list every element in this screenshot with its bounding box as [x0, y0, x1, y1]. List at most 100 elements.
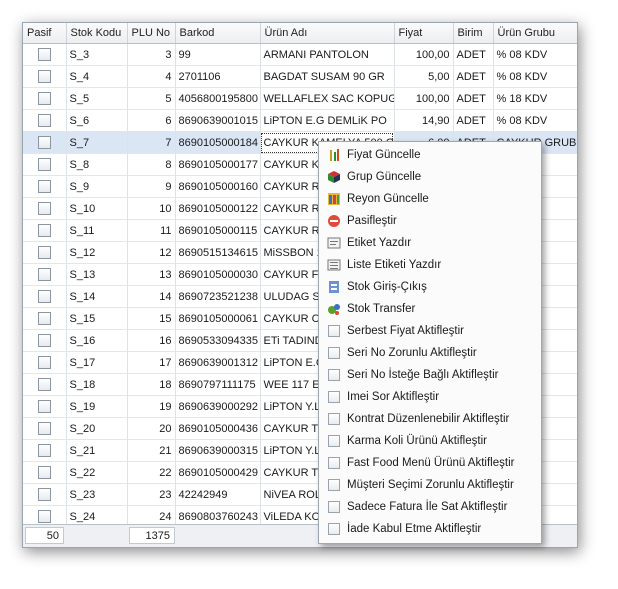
- plu-cell[interactable]: 18: [127, 373, 176, 396]
- plu-cell[interactable]: 13: [127, 263, 176, 286]
- menu-item-7[interactable]: Stok Giriş-Çıkış: [319, 276, 541, 298]
- pasif-checkbox[interactable]: [37, 510, 51, 523]
- barkod-cell[interactable]: 8690105000122: [175, 197, 261, 220]
- plu-cell[interactable]: 11: [127, 219, 176, 242]
- plu-cell[interactable]: 12: [127, 241, 176, 264]
- birim-cell[interactable]: ADET: [453, 109, 494, 132]
- birim-cell[interactable]: ADET: [453, 65, 494, 88]
- menu-item-14[interactable]: Karma Koli Ürünü Aktifleştir: [319, 430, 541, 452]
- pasif-checkbox[interactable]: [37, 114, 51, 127]
- pasif-checkbox[interactable]: [37, 312, 51, 325]
- menu-item-12[interactable]: Imei Sor Aktifleştir: [319, 386, 541, 408]
- menu-item-3[interactable]: Reyon Güncelle: [319, 188, 541, 210]
- stok-kodu-cell[interactable]: S_8: [66, 153, 128, 176]
- stok-kodu-cell[interactable]: S_19: [66, 395, 128, 418]
- stok-kodu-cell[interactable]: S_9: [66, 175, 128, 198]
- pasif-checkbox[interactable]: [37, 246, 51, 259]
- stok-kodu-cell[interactable]: S_15: [66, 307, 128, 330]
- menu-item-11[interactable]: Seri No İsteğe Bağlı Aktifleştir: [319, 364, 541, 386]
- fiyat-cell[interactable]: 100,00: [394, 87, 454, 110]
- barkod-cell[interactable]: 8690639000292: [175, 395, 261, 418]
- table-row[interactable]: S_4 4 2701106 BAGDAT SUSAM 90 GR 5,00 ADET% 0…: [23, 65, 577, 88]
- urun-adi-cell[interactable]: LiPTON E.G DEMLiK PO: [260, 109, 395, 132]
- column-header-barkod[interactable]: Barkod: [175, 23, 261, 44]
- barkod-cell[interactable]: 8690105000030: [175, 263, 261, 286]
- plu-cell[interactable]: 23: [127, 483, 176, 506]
- barkod-cell[interactable]: 8690723521238: [175, 285, 261, 308]
- pasif-checkbox[interactable]: [37, 48, 51, 61]
- menu-item-5[interactable]: Etiket Yazdır: [319, 232, 541, 254]
- menu-item-9[interactable]: Serbest Fiyat Aktifleştir: [319, 320, 541, 342]
- menu-item-2[interactable]: Grup Güncelle: [319, 166, 541, 188]
- plu-cell[interactable]: 14: [127, 285, 176, 308]
- pasif-checkbox[interactable]: [37, 180, 51, 193]
- urun-adi-cell[interactable]: ARMANI PANTOLON: [260, 43, 395, 66]
- stok-kodu-cell[interactable]: S_12: [66, 241, 128, 264]
- stok-kodu-cell[interactable]: S_5: [66, 87, 128, 110]
- plu-cell[interactable]: 16: [127, 329, 176, 352]
- grup-cell[interactable]: % 08 KDV: [493, 65, 577, 88]
- pasif-checkbox[interactable]: [37, 92, 51, 105]
- menu-item-10[interactable]: Seri No Zorunlu Aktifleştir: [319, 342, 541, 364]
- pasif-checkbox[interactable]: [37, 466, 51, 479]
- menu-item-17[interactable]: Sadece Fatura İle Sat Aktifleştir: [319, 496, 541, 518]
- fiyat-cell[interactable]: 14,90: [394, 109, 454, 132]
- menu-item-6[interactable]: Liste Etiketi Yazdır: [319, 254, 541, 276]
- pasif-checkbox[interactable]: [37, 488, 51, 501]
- menu-item-16[interactable]: Müşteri Seçimi Zorunlu Aktifleştir: [319, 474, 541, 496]
- stok-kodu-cell[interactable]: S_7: [66, 131, 128, 154]
- plu-cell[interactable]: 20: [127, 417, 176, 440]
- stok-kodu-cell[interactable]: S_10: [66, 197, 128, 220]
- menu-item-18[interactable]: İade Kabul Etme Aktifleştir: [319, 518, 541, 540]
- stok-kodu-cell[interactable]: S_14: [66, 285, 128, 308]
- barkod-cell[interactable]: 8690105000160: [175, 175, 261, 198]
- table-row[interactable]: S_6 6 8690639001015 LiPTON E.G DEMLiK PO 14,…: [23, 109, 577, 132]
- barkod-cell[interactable]: 8690639001015: [175, 109, 261, 132]
- pasif-checkbox[interactable]: [37, 202, 51, 215]
- stok-kodu-cell[interactable]: S_6: [66, 109, 128, 132]
- column-header-birim[interactable]: Birim: [453, 23, 494, 44]
- barkod-cell[interactable]: 8690105000429: [175, 461, 261, 484]
- stok-kodu-cell[interactable]: S_21: [66, 439, 128, 462]
- barkod-cell[interactable]: 8690797111175: [175, 373, 261, 396]
- urun-adi-cell[interactable]: BAGDAT SUSAM 90 GR: [260, 65, 395, 88]
- pasif-checkbox[interactable]: [37, 158, 51, 171]
- plu-cell[interactable]: 5: [127, 87, 176, 110]
- fiyat-cell[interactable]: 100,00: [394, 43, 454, 66]
- stok-kodu-cell[interactable]: S_4: [66, 65, 128, 88]
- plu-cell[interactable]: 22: [127, 461, 176, 484]
- pasif-checkbox[interactable]: [37, 136, 51, 149]
- menu-item-8[interactable]: Stok Transfer: [319, 298, 541, 320]
- plu-cell[interactable]: 15: [127, 307, 176, 330]
- stok-kodu-cell[interactable]: S_16: [66, 329, 128, 352]
- barkod-cell[interactable]: 8690105000061: [175, 307, 261, 330]
- column-header-urun-grubu[interactable]: Ürün Grubu: [493, 23, 577, 44]
- pasif-checkbox[interactable]: [37, 356, 51, 369]
- column-header-plu-no[interactable]: PLU No: [127, 23, 176, 44]
- plu-cell[interactable]: 21: [127, 439, 176, 462]
- barkod-cell[interactable]: 8690639000315: [175, 439, 261, 462]
- barkod-cell[interactable]: 8690105000177: [175, 153, 261, 176]
- barkod-cell[interactable]: 8690533094335: [175, 329, 261, 352]
- plu-cell[interactable]: 8: [127, 153, 176, 176]
- pasif-checkbox[interactable]: [37, 70, 51, 83]
- barkod-cell[interactable]: 8690105000184: [175, 131, 261, 154]
- fiyat-cell[interactable]: 5,00: [394, 65, 454, 88]
- menu-item-4[interactable]: Pasifleştir: [319, 210, 541, 232]
- grup-cell[interactable]: % 18 KDV: [493, 87, 577, 110]
- grup-cell[interactable]: % 08 KDV: [493, 109, 577, 132]
- barkod-cell[interactable]: 8690515134615: [175, 241, 261, 264]
- plu-cell[interactable]: 6: [127, 109, 176, 132]
- stok-kodu-cell[interactable]: S_20: [66, 417, 128, 440]
- stok-kodu-cell[interactable]: S_22: [66, 461, 128, 484]
- menu-item-1[interactable]: Fiyat Güncelle: [319, 144, 541, 166]
- table-row[interactable]: S_5 5 4056800195800 WELLAFLEX SAC KOPUGU 100…: [23, 87, 577, 110]
- plu-cell[interactable]: 3: [127, 43, 176, 66]
- barkod-cell[interactable]: 8690639001312: [175, 351, 261, 374]
- stok-kodu-cell[interactable]: S_13: [66, 263, 128, 286]
- plu-cell[interactable]: 7: [127, 131, 176, 154]
- plu-cell[interactable]: 17: [127, 351, 176, 374]
- menu-item-15[interactable]: Fast Food Menü Ürünü Aktifleştir: [319, 452, 541, 474]
- plu-cell[interactable]: 19: [127, 395, 176, 418]
- column-header-fiyat[interactable]: Fiyat: [394, 23, 454, 44]
